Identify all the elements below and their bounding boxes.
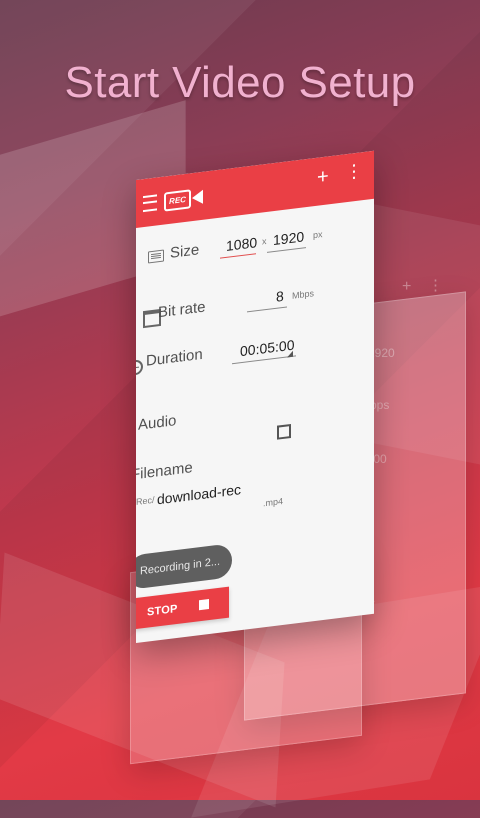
video-width-underline (220, 253, 256, 259)
video-camera-icon (192, 189, 203, 206)
hero-title: Start Video Setup (64, 58, 416, 107)
bit-rate-input[interactable]: 8 (276, 288, 284, 305)
video-setup-card: REC + ⋮ Size 1080 x 1920 px Bit rate 8 M… (136, 150, 374, 643)
stop-button-label: STOP (147, 602, 178, 619)
size-separator: x (262, 235, 267, 247)
audio-label: Audio (138, 412, 177, 434)
filename-path: /sdcard/Rec/ (136, 494, 155, 511)
more-options-icon[interactable]: ⋮ (345, 160, 363, 182)
stop-button[interactable]: STOP (136, 586, 229, 632)
audio-checkbox[interactable] (277, 423, 291, 440)
add-button[interactable]: + (317, 165, 329, 188)
bit-rate-underline (247, 306, 287, 313)
ghost-plus-icon: + (402, 278, 412, 295)
size-icon (148, 249, 164, 264)
bit-rate-label: Bit rate (158, 298, 206, 322)
rec-logo: REC (164, 189, 191, 212)
video-height-input[interactable]: 1920 (273, 228, 304, 248)
size-unit: px (313, 229, 323, 241)
ghost-more-icon: ⋮ (428, 277, 443, 294)
filename-label: Filename (136, 459, 193, 484)
dropdown-icon (287, 350, 293, 358)
duration-label: Duration (146, 345, 203, 370)
filename-input[interactable]: download-rec (157, 481, 241, 507)
clock-icon (136, 359, 143, 376)
size-label: Size (170, 241, 200, 262)
stop-icon (199, 599, 209, 611)
menu-icon[interactable] (143, 194, 157, 213)
bit-rate-unit: Mbps (292, 288, 315, 301)
video-width-input[interactable]: 1080 (226, 234, 257, 254)
filename-extension: .mp4 (263, 495, 284, 509)
recording-countdown-toast: Recording in 2... (136, 543, 232, 590)
